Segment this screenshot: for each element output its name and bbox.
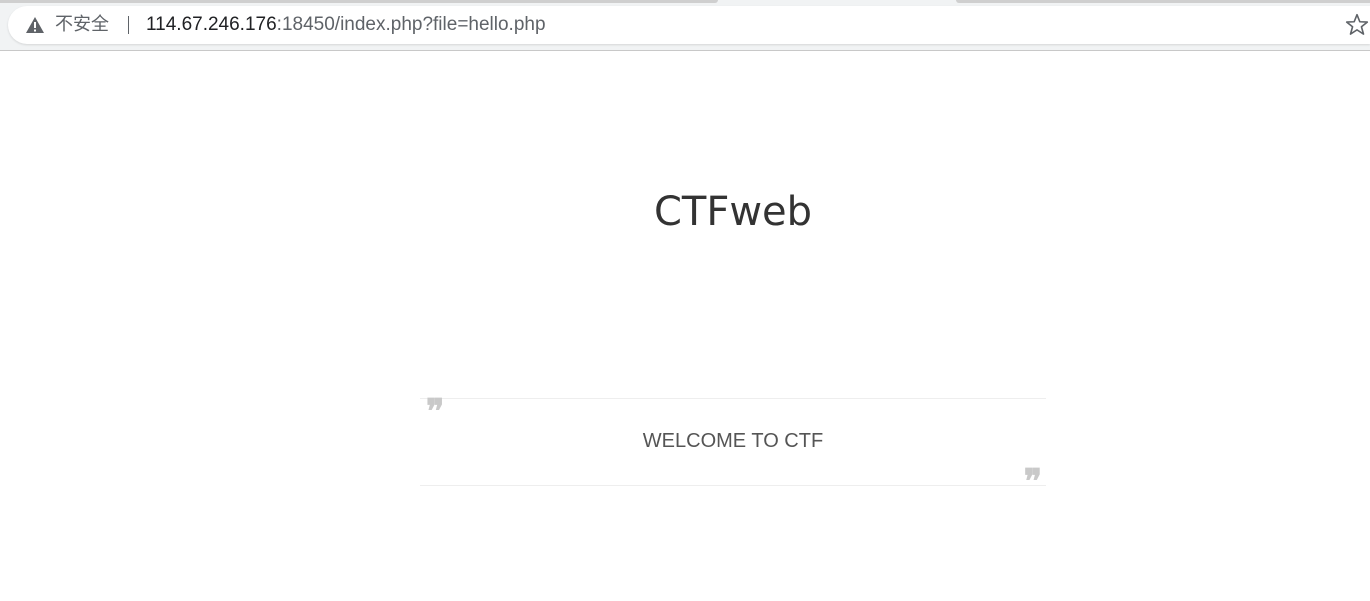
welcome-quote: ❞ WELCOME TO CTF ❞ — [420, 392, 1046, 499]
tab-strip-right — [956, 0, 1370, 3]
welcome-text: WELCOME TO CTF — [642, 430, 824, 452]
star-outline-icon[interactable] — [1344, 12, 1370, 38]
close-quote-icon: ❞ — [1023, 462, 1042, 502]
url-host: 114.67.246.176 — [146, 14, 277, 35]
page-title: CTFweb — [653, 189, 813, 235]
security-label[interactable]: 不安全 — [55, 14, 109, 36]
open-quote-icon: ❞ — [426, 392, 445, 432]
address-bar[interactable]: 不安全 114.67.246.176:18450/index.php?file=… — [8, 6, 1370, 44]
url-text[interactable]: 114.67.246.176:18450/index.php?file=hell… — [146, 14, 546, 36]
browser-chrome: 不安全 114.67.246.176:18450/index.php?file=… — [0, 0, 1370, 51]
address-separator — [128, 16, 129, 34]
page-content: CTFweb ❞ WELCOME TO CTF ❞ — [0, 51, 1370, 601]
warning-triangle-icon[interactable] — [25, 15, 45, 35]
url-path: :18450/index.php?file=hello.php — [276, 14, 546, 35]
tab-strip-left — [0, 0, 718, 3]
